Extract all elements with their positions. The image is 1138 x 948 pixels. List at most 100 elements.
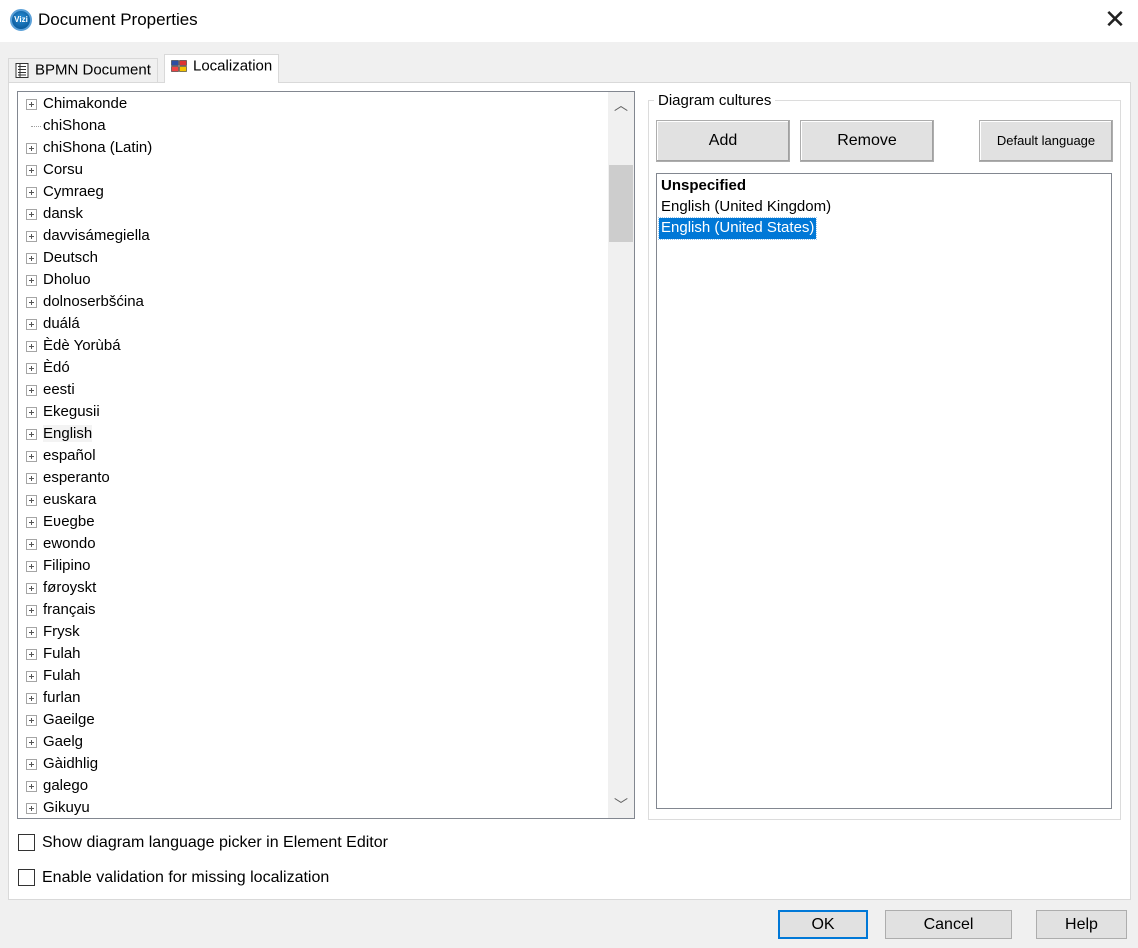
expand-plus-icon[interactable] <box>26 715 37 726</box>
expand-plus-icon[interactable] <box>26 275 37 286</box>
tree-item[interactable]: Gikuyu <box>18 797 608 818</box>
culture-item-en-gb[interactable]: English (United Kingdom) <box>659 197 833 218</box>
expand-plus-icon[interactable] <box>26 429 37 440</box>
expand-plus-icon[interactable] <box>26 803 37 814</box>
expand-plus-icon[interactable] <box>26 451 37 462</box>
tree-item[interactable]: Eʋegbe <box>18 511 608 533</box>
cancel-button[interactable]: Cancel <box>885 910 1012 939</box>
expand-plus-icon[interactable] <box>26 319 37 330</box>
tree-item-label: Fulah <box>43 667 81 684</box>
tree-item[interactable]: Gaeilge <box>18 709 608 731</box>
expand-plus-icon[interactable] <box>26 781 37 792</box>
expand-plus-icon[interactable] <box>26 341 37 352</box>
enable-validation-checkbox[interactable] <box>18 869 35 886</box>
tree-vertical-scrollbar[interactable]: ︿ ﹀ <box>608 92 634 818</box>
expand-plus-icon[interactable] <box>26 737 37 748</box>
show-picker-checkbox[interactable] <box>18 834 35 851</box>
tab-label: Localization <box>193 57 273 75</box>
tree-item[interactable]: føroyskt <box>18 577 608 599</box>
tree-item[interactable]: Filipino <box>18 555 608 577</box>
expand-plus-icon[interactable] <box>26 363 37 374</box>
tree-item[interactable]: English <box>18 423 608 445</box>
tree-item[interactable]: eesti <box>18 379 608 401</box>
enable-validation-label[interactable]: Enable validation for missing localizati… <box>42 869 329 887</box>
tree-item[interactable]: Ekegusii <box>18 401 608 423</box>
expand-plus-icon[interactable] <box>26 561 37 572</box>
tree-item[interactable]: dolnoserbšćina <box>18 291 608 313</box>
ok-button[interactable]: OK <box>778 910 868 939</box>
tree-item-label: dolnoserbšćina <box>43 293 144 310</box>
tree-item[interactable]: ewondo <box>18 533 608 555</box>
tree-item-label: Cymraeg <box>43 183 104 200</box>
tree-item[interactable]: Corsu <box>18 159 608 181</box>
tree-item[interactable]: galego <box>18 775 608 797</box>
tree-item[interactable]: Èdè Yorùbá <box>18 335 608 357</box>
expand-plus-icon[interactable] <box>26 671 37 682</box>
tree-item-label: Corsu <box>43 161 84 178</box>
expand-plus-icon[interactable] <box>26 187 37 198</box>
expand-plus-icon[interactable] <box>26 165 37 176</box>
expand-plus-icon[interactable] <box>26 583 37 594</box>
scroll-thumb[interactable] <box>609 165 633 242</box>
tree-item-label: español <box>43 447 96 464</box>
scroll-up-icon[interactable]: ︿ <box>608 92 634 118</box>
tree-item[interactable]: Gaelg <box>18 731 608 753</box>
tab-label: BPMN Document <box>35 61 151 79</box>
tree-item[interactable]: furlan <box>18 687 608 709</box>
tree-item[interactable]: euskara <box>18 489 608 511</box>
expand-plus-icon[interactable] <box>26 605 37 616</box>
tree-item[interactable]: Chimakonde <box>18 93 608 115</box>
tree-item-label: Fulah <box>43 645 81 662</box>
language-tree[interactable]: Chimakonde chiShona chiShona (Latin) Corsu C… <box>17 91 635 819</box>
cultures-list[interactable]: Unspecified English (United Kingdom) Eng… <box>656 173 1112 809</box>
default-language-button[interactable]: Default language <box>979 120 1113 162</box>
expand-plus-icon[interactable] <box>26 759 37 770</box>
expand-plus-icon[interactable] <box>26 495 37 506</box>
expand-plus-icon[interactable] <box>26 385 37 396</box>
tree-item[interactable]: davvisámegiella <box>18 225 608 247</box>
tree-item[interactable]: esperanto <box>18 467 608 489</box>
tree-item[interactable]: duálá <box>18 313 608 335</box>
expand-plus-icon[interactable] <box>26 209 37 220</box>
tree-item[interactable]: Èdó <box>18 357 608 379</box>
tree-item-label: Eʋegbe <box>43 513 95 530</box>
help-button[interactable]: Help <box>1036 910 1127 939</box>
tree-item[interactable]: Fulah <box>18 665 608 687</box>
expand-plus-icon[interactable] <box>26 539 37 550</box>
tree-item[interactable]: dansk <box>18 203 608 225</box>
culture-item-unspecified[interactable]: Unspecified <box>659 176 748 197</box>
expand-plus-icon[interactable] <box>26 99 37 110</box>
expand-plus-icon[interactable] <box>26 627 37 638</box>
tree-item[interactable]: chiShona (Latin) <box>18 137 608 159</box>
expand-plus-icon[interactable] <box>26 649 37 660</box>
show-picker-label[interactable]: Show diagram language picker in Element … <box>42 834 388 852</box>
expand-plus-icon[interactable] <box>26 143 37 154</box>
scroll-down-icon[interactable]: ﹀ <box>608 792 634 818</box>
tree-item[interactable]: Deutsch <box>18 247 608 269</box>
tree-item[interactable]: español <box>18 445 608 467</box>
expand-plus-icon[interactable] <box>26 693 37 704</box>
tree-item[interactable]: chiShona <box>18 115 608 137</box>
expand-plus-icon[interactable] <box>26 407 37 418</box>
expand-plus-icon[interactable] <box>26 297 37 308</box>
expand-plus-icon[interactable] <box>26 231 37 242</box>
tab-bpmn-document[interactable]: BPMN Document <box>8 58 158 82</box>
tab-localization[interactable]: Localization <box>164 54 280 83</box>
tree-item[interactable]: français <box>18 599 608 621</box>
title-bar: Vizi Document Properties ✕ <box>0 0 1138 42</box>
tree-item-label: euskara <box>43 491 97 508</box>
tree-item[interactable]: Dholuo <box>18 269 608 291</box>
tree-item[interactable]: Gàidhlig <box>18 753 608 775</box>
tree-item[interactable]: Cymraeg <box>18 181 608 203</box>
tree-item-label: Gaeilge <box>43 711 95 728</box>
expand-plus-icon[interactable] <box>26 253 37 264</box>
expand-plus-icon[interactable] <box>26 473 37 484</box>
remove-culture-button[interactable]: Remove <box>800 120 934 162</box>
close-icon[interactable]: ✕ <box>1092 0 1138 40</box>
language-tree-items: Chimakonde chiShona chiShona (Latin) Corsu C… <box>18 93 608 818</box>
tree-item[interactable]: Fulah <box>18 643 608 665</box>
culture-item-en-us[interactable]: English (United States) <box>657 217 818 240</box>
expand-plus-icon[interactable] <box>26 517 37 528</box>
add-culture-button[interactable]: Add <box>656 120 790 162</box>
tree-item[interactable]: Frysk <box>18 621 608 643</box>
